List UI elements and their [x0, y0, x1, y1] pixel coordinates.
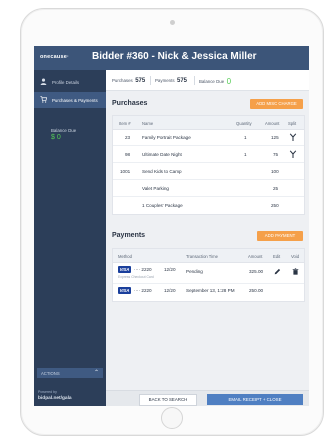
- table-row[interactable]: VISA ···· 2220 12/20 Express Checkout Ca…: [113, 262, 304, 284]
- column-header-amount: Amount: [248, 254, 263, 259]
- table-row[interactable]: Valet Parking 25: [113, 180, 304, 197]
- summary-balance-value: 0: [226, 77, 232, 86]
- app-header: onecause· Bidder #360 - Nick & Jessica M…: [34, 46, 309, 70]
- transaction-time: Pending: [186, 269, 203, 274]
- person-icon: [40, 78, 47, 85]
- summary-payments: Payments 575: [155, 78, 187, 84]
- home-button: [161, 407, 183, 429]
- column-header-edit: Edit: [273, 254, 281, 259]
- card-expiry: 12/20: [164, 267, 176, 272]
- sidebar-item-label: Profile Details: [52, 80, 80, 85]
- payments-table-header: Method Transaction Time Amount Edit Void: [113, 249, 304, 263]
- column-header-name: Name: [142, 121, 154, 126]
- main-content: Purchases 575 Payments 575 Balance Due 0…: [106, 70, 309, 406]
- action-footer: BACK TO SEARCH EMAIL RECEIPT + CLOSE: [106, 390, 309, 406]
- table-row[interactable]: 23 Family Portrait Package 1 125: [113, 129, 304, 146]
- add-payment-button[interactable]: ADD PAYMENT: [257, 231, 303, 241]
- item-amount: 100: [271, 169, 279, 174]
- sidebar-balance-label: Balance Due: [51, 128, 77, 133]
- visa-card-icon: VISA: [118, 266, 131, 273]
- split-icon[interactable]: [289, 133, 297, 141]
- item-amount: 75: [273, 152, 279, 157]
- pencil-icon[interactable]: [274, 268, 281, 275]
- table-row[interactable]: VISA ···· 2220 12/20 September 13, 1:28 …: [113, 284, 304, 300]
- item-name: Ultimate Date Night: [142, 152, 182, 157]
- column-header-quantity: Quantity: [236, 121, 252, 126]
- back-to-search-button[interactable]: BACK TO SEARCH: [139, 394, 197, 406]
- item-number: 98: [125, 152, 131, 157]
- summary-balance: Balance Due 0: [199, 76, 232, 86]
- payments-heading: Payments: [112, 232, 146, 239]
- sidebar-item-purchases-payments[interactable]: Purchases & Payments: [34, 92, 106, 108]
- column-header-method: Method: [118, 254, 132, 259]
- item-name: 1 Couples' Package: [142, 203, 183, 208]
- brand-logo: onecause·: [40, 54, 70, 60]
- payments-table: Method Transaction Time Amount Edit Void…: [112, 248, 305, 302]
- summary-bar: Purchases 575 Payments 575 Balance Due 0: [106, 70, 309, 91]
- item-name: Family Portrait Package: [142, 135, 191, 140]
- purchases-heading: Purchases: [112, 100, 148, 107]
- add-misc-charge-button[interactable]: ADD MISC CHARGE: [250, 99, 303, 109]
- summary-payments-label: Payments: [155, 78, 175, 83]
- column-header-void: Void: [291, 254, 300, 259]
- item-number: 23: [125, 135, 131, 140]
- sidebar: Profile Details Purchases & Payments Bal…: [34, 70, 106, 406]
- card-expiry: 12/20: [164, 288, 176, 293]
- column-header-item: Item #: [119, 121, 131, 126]
- divider: [194, 76, 195, 85]
- visa-card-icon: VISA: [118, 287, 131, 294]
- column-header-split: Split: [288, 121, 297, 126]
- item-amount: 125: [271, 135, 279, 140]
- tablet-frame: onecause· Bidder #360 - Nick & Jessica M…: [20, 8, 324, 436]
- divider: [150, 76, 151, 85]
- payment-amount: 325.00: [249, 269, 264, 274]
- summary-payments-value: 575: [176, 78, 187, 84]
- card-number: ···· 2220: [134, 267, 152, 272]
- card-number: ···· 2220: [134, 288, 152, 293]
- split-icon[interactable]: [289, 150, 297, 158]
- item-name: Valet Parking: [142, 186, 169, 191]
- actions-label: ACTIONS: [41, 371, 60, 376]
- actions-toggle[interactable]: ACTIONS ⌃: [37, 368, 103, 378]
- purchases-table: Item # Name Quantity Amount Split 23 Fam…: [112, 115, 305, 215]
- summary-balance-label: Balance Due: [199, 79, 225, 84]
- table-row[interactable]: 98 Ultimate Date Night 1 75: [113, 146, 304, 163]
- cart-icon: [40, 96, 48, 103]
- summary-purchases: Purchases 575: [112, 78, 145, 84]
- item-amount: 25: [273, 186, 279, 191]
- app-screen: onecause· Bidder #360 - Nick & Jessica M…: [34, 46, 309, 406]
- summary-purchases-label: Purchases: [112, 78, 133, 83]
- camera-dot: [170, 20, 175, 25]
- item-name: Send Kids to Camp: [142, 169, 182, 174]
- column-header-transaction-time: Transaction Time: [186, 254, 218, 259]
- sidebar-item-label: Purchases & Payments: [52, 98, 98, 103]
- card-subtext: Express Checkout Card: [118, 275, 154, 279]
- table-row[interactable]: 1 Couples' Package 250: [113, 197, 304, 213]
- purchases-table-header: Item # Name Quantity Amount Split: [113, 116, 304, 130]
- event-url: bidpal.net/gala: [38, 396, 72, 401]
- chevron-up-icon: ⌃: [93, 370, 99, 376]
- page-title: Bidder #360 - Nick & Jessica Miller: [92, 51, 257, 62]
- powered-by-label: Powered by: [38, 390, 57, 394]
- item-amount: 250: [271, 203, 279, 208]
- item-number: 1001: [120, 169, 131, 174]
- column-header-amount: Amount: [265, 121, 280, 126]
- sidebar-item-profile-details[interactable]: Profile Details: [34, 74, 106, 90]
- summary-purchases-value: 575: [135, 78, 146, 84]
- table-row[interactable]: 1001 Send Kids to Camp 100: [113, 163, 304, 180]
- payment-amount: 250.00: [249, 288, 264, 293]
- item-quantity: 1: [244, 135, 247, 140]
- sidebar-balance-value: $ 0: [51, 134, 61, 141]
- transaction-time: September 13, 1:28 PM: [186, 288, 235, 293]
- item-quantity: 1: [244, 152, 247, 157]
- trash-icon[interactable]: [292, 268, 299, 275]
- email-receipt-close-button[interactable]: EMAIL RECEIPT + CLOSE: [207, 394, 303, 405]
